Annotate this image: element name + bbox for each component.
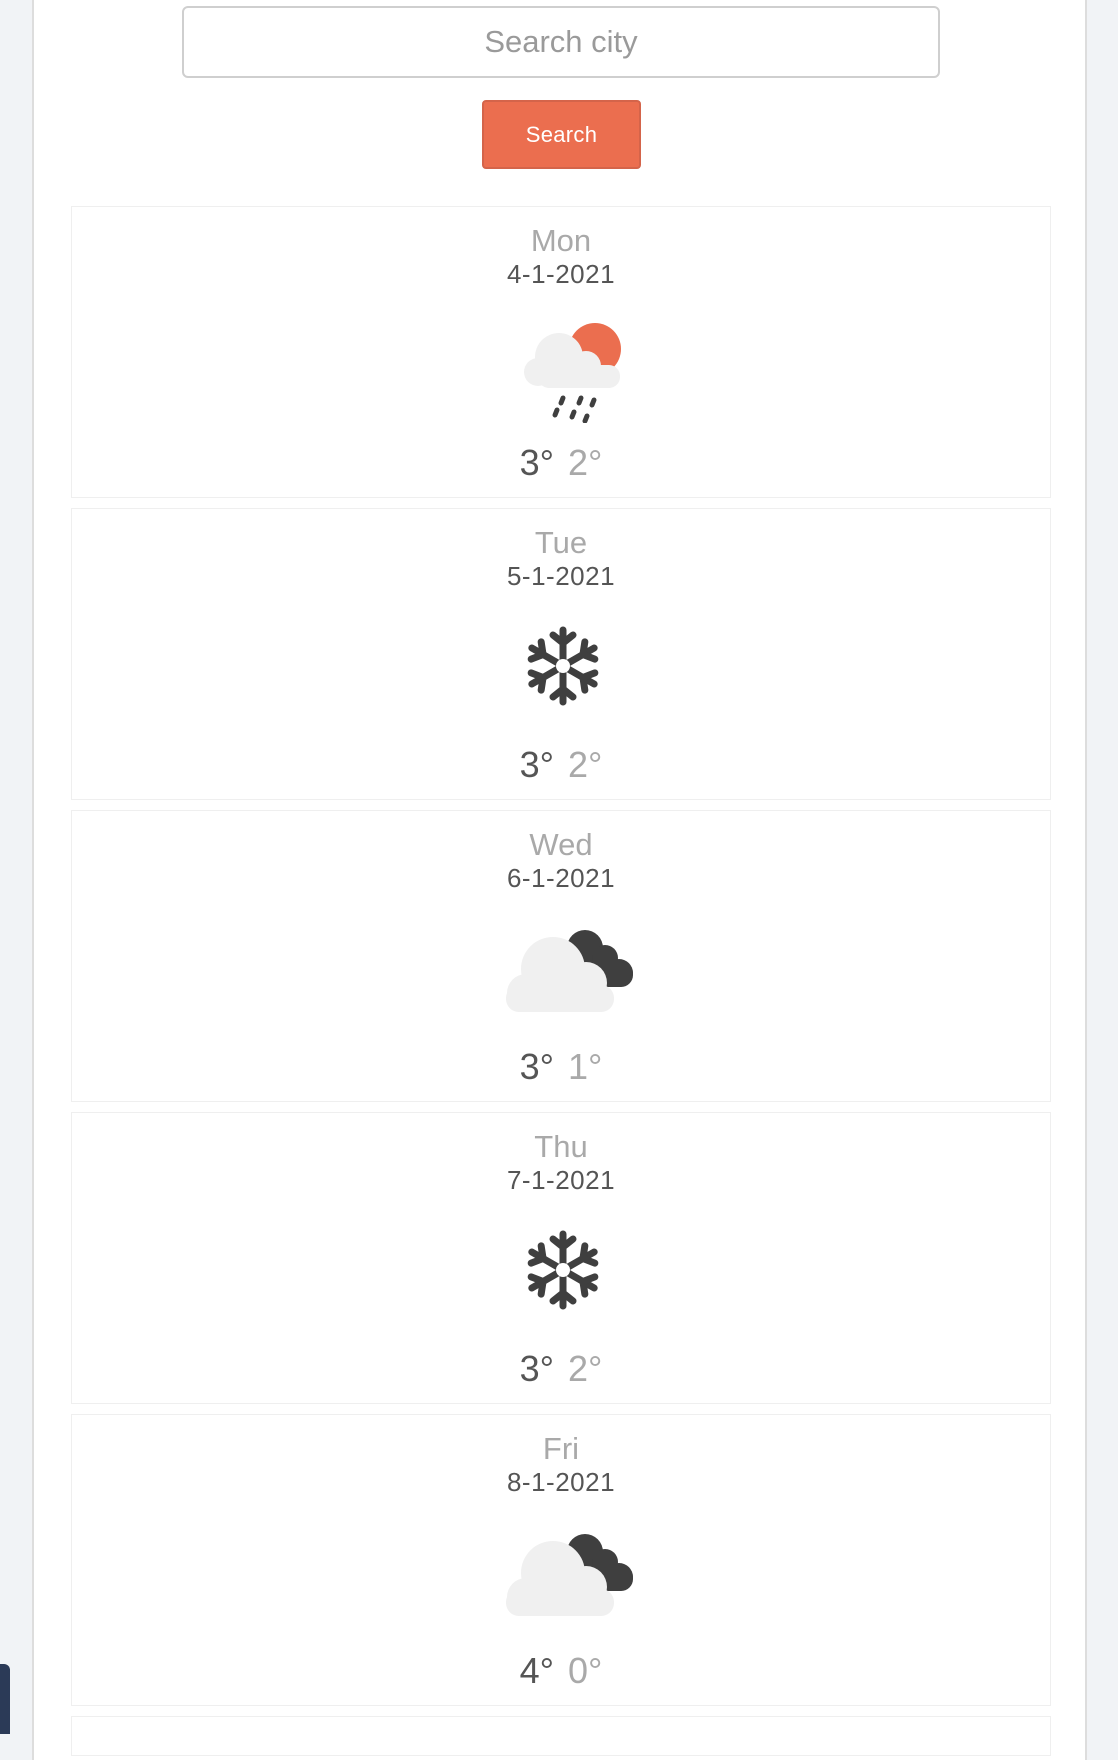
temp-min: 1° [568,1046,603,1087]
clouds-icon [506,930,633,1012]
day-date: 5-1-2021 [506,561,616,591]
temp-min: 2° [568,442,603,483]
temperature-range: 3° 2° [72,747,1050,783]
temperature-range: 3° 2° [72,445,1050,481]
forecast-day-card: Mon 4-1-2021 3° 2° [71,206,1051,498]
temp-min: 0° [568,1650,603,1691]
temp-max: 4° [519,1650,554,1691]
snowflake-icon [527,1230,599,1310]
temperature-range: 3° 2° [72,1351,1050,1387]
forecast-day-card: Thu 7-1-2021 3° 2° [71,1112,1051,1404]
forecast-day-card: Fri 8-1-2021 4° 0° [71,1414,1051,1706]
background-edge [0,1664,10,1734]
temp-min: 2° [568,744,603,785]
day-name: Mon [530,223,592,258]
day-name: Fri [542,1431,580,1466]
temp-max: 3° [519,744,554,785]
forecast-day-card: Tue 5-1-2021 3° 2° [71,508,1051,800]
temperature-range: 3° 1° [72,1049,1050,1085]
clouds-icon [506,1534,633,1616]
temperature-range: 4° 0° [72,1653,1050,1689]
day-date: 4-1-2021 [506,259,616,289]
sun-cloud-rain-icon [524,323,621,423]
forecast-day-card: Wed 6-1-2021 3° 1° [71,810,1051,1102]
temp-max: 3° [519,1348,554,1389]
day-name: Thu [534,1129,588,1164]
search-city-input[interactable] [182,6,940,78]
forecast-day-card-partial [71,1716,1051,1756]
day-name: Wed [529,827,593,862]
snowflake-icon [527,626,599,706]
day-date: 6-1-2021 [506,863,616,893]
day-name: Tue [534,525,588,560]
temp-max: 3° [519,442,554,483]
forecast-list: Mon 4-1-2021 3° 2° Tue 5-1-2021 3° 2° We… [71,206,1051,1716]
weather-app-panel: Search Mon 4-1-2021 [32,0,1087,1760]
temp-max: 3° [519,1046,554,1087]
day-date: 7-1-2021 [506,1165,616,1195]
search-button[interactable]: Search [482,100,641,169]
day-date: 8-1-2021 [506,1467,616,1497]
temp-min: 2° [568,1348,603,1389]
